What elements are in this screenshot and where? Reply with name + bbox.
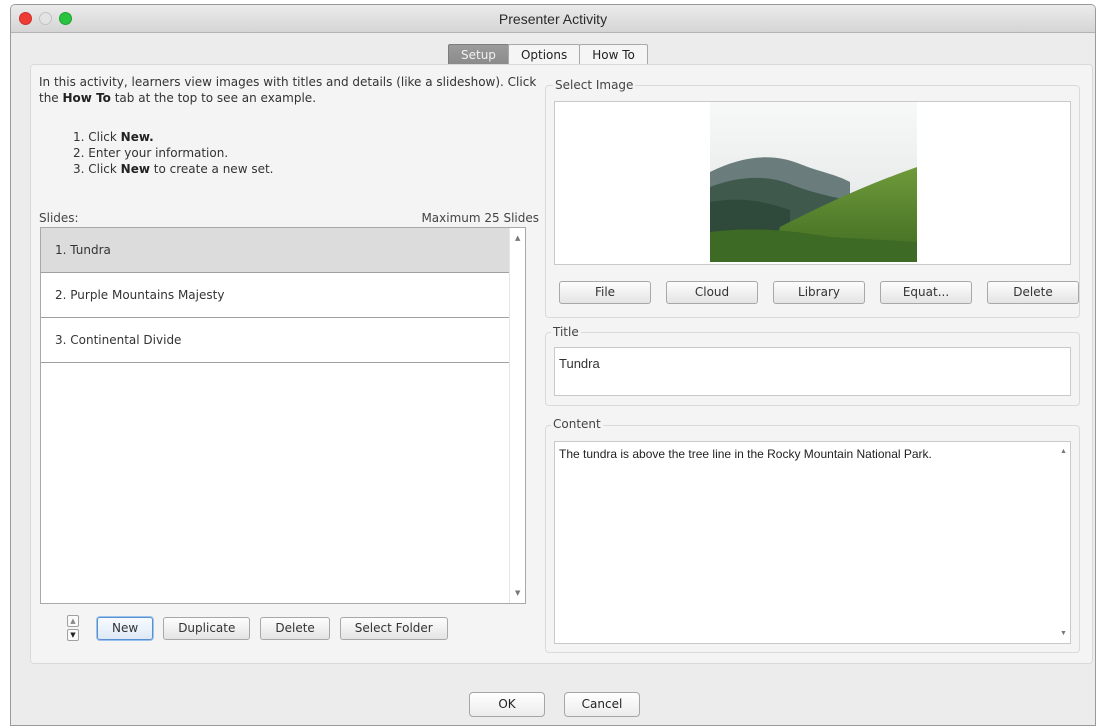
title-input[interactable]: Tundra <box>554 347 1071 396</box>
slides-label: Slides: <box>39 211 79 225</box>
tab-how-to[interactable]: How To <box>579 44 648 65</box>
slide-list-scrollbar[interactable]: ▲ ▼ <box>509 228 525 603</box>
landscape-image <box>710 102 917 262</box>
step-3: 3. Click New to create a new set. <box>73 161 273 177</box>
move-down-icon[interactable]: ▼ <box>67 629 79 641</box>
step-3-text: 3. Click <box>73 162 121 176</box>
presenter-activity-window: Presenter Activity Setup Options How To … <box>10 4 1096 726</box>
slide-actions-bar: ▲ ▼ New Duplicate Delete Select Folder <box>67 615 458 641</box>
step-2: 2. Enter your information. <box>73 145 273 161</box>
step-3-bold: New <box>120 162 150 176</box>
equation-button[interactable]: Equat... <box>880 281 972 304</box>
delete-image-button[interactable]: Delete <box>987 281 1079 304</box>
title-label: Title <box>551 325 581 339</box>
slide-list[interactable]: 1. Tundra 2. Purple Mountains Majesty 3.… <box>40 227 526 604</box>
select-image-label: Select Image <box>553 78 636 92</box>
move-up-icon[interactable]: ▲ <box>67 615 79 627</box>
window-title: Presenter Activity <box>498 11 608 27</box>
step-2-text: 2. Enter your information. <box>73 146 229 160</box>
new-slide-button[interactable]: New <box>97 616 154 640</box>
scroll-up-arrow-icon[interactable]: ▲ <box>515 234 520 242</box>
content-text: The tundra is above the tree line in the… <box>559 447 932 461</box>
content-scroll-up-icon[interactable]: ▲ <box>1060 448 1067 455</box>
content-label: Content <box>551 417 603 431</box>
setup-panel: In this activity, learners view images w… <box>30 64 1093 664</box>
slide-item-continental-divide[interactable]: 3. Continental Divide <box>41 318 511 363</box>
content-textarea[interactable]: The tundra is above the tree line in the… <box>554 441 1071 644</box>
delete-slide-button[interactable]: Delete <box>260 616 330 640</box>
slide-item-tundra[interactable]: 1. Tundra <box>41 228 511 273</box>
library-button[interactable]: Library <box>773 281 865 304</box>
image-source-buttons: File Cloud Library Equat... Delete <box>559 281 1094 304</box>
slides-maximum-label: Maximum 25 Slides <box>421 211 539 225</box>
instruction-steps: 1. Click New. 2. Enter your information.… <box>73 129 273 177</box>
tab-bar: Setup Options How To <box>448 44 648 65</box>
intro-text-bold: How To <box>62 91 111 105</box>
step-1: 1. Click New. <box>73 129 273 145</box>
select-folder-button[interactable]: Select Folder <box>339 616 448 640</box>
slide-item-purple-mountains-majesty[interactable]: 2. Purple Mountains Majesty <box>41 273 511 318</box>
scroll-down-arrow-icon[interactable]: ▼ <box>515 589 520 597</box>
content-scrollbar[interactable]: ▲ ▼ <box>1056 442 1070 643</box>
step-1-bold: New. <box>120 130 154 144</box>
content-scroll-down-icon[interactable]: ▼ <box>1060 630 1067 637</box>
image-preview[interactable] <box>554 101 1071 265</box>
slide-order-stepper[interactable]: ▲ ▼ <box>67 615 79 641</box>
title-bar: Presenter Activity <box>11 5 1095 33</box>
cloud-button[interactable]: Cloud <box>666 281 758 304</box>
tab-options[interactable]: Options <box>507 44 581 65</box>
step-3-text-end: to create a new set. <box>149 162 274 176</box>
tab-setup[interactable]: Setup <box>448 44 509 65</box>
ok-button[interactable]: OK <box>469 692 545 717</box>
duplicate-slide-button[interactable]: Duplicate <box>163 616 251 640</box>
intro-text-end: tab at the top to see an example. <box>110 91 317 105</box>
intro-text: In this activity, learners view images w… <box>39 74 539 106</box>
step-1-text: 1. Click <box>73 130 121 144</box>
cancel-button[interactable]: Cancel <box>564 692 640 717</box>
file-button[interactable]: File <box>559 281 651 304</box>
